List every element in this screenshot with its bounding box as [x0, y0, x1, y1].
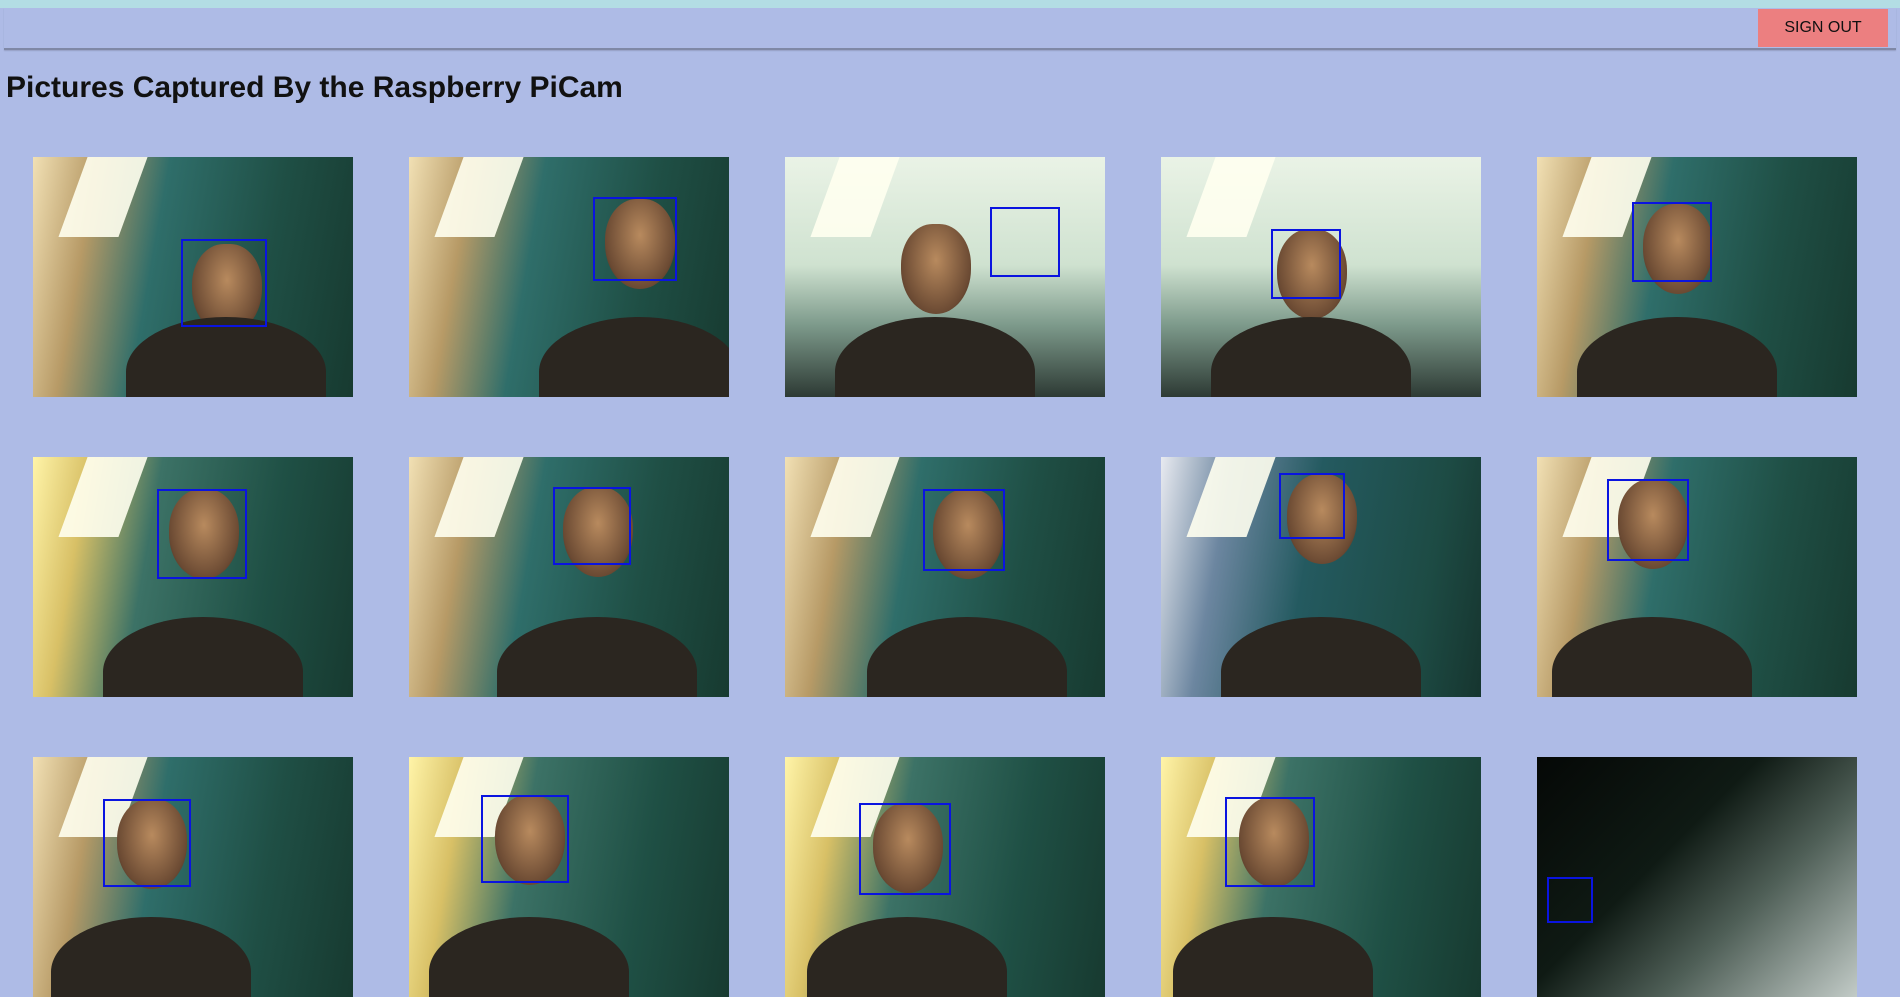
- camera-photo-3: [785, 157, 1105, 397]
- face-detection-box: [1225, 797, 1315, 887]
- camera-photo-6: [33, 457, 353, 697]
- camera-photo-14: [1161, 757, 1481, 997]
- face-detection-box: [1607, 479, 1689, 561]
- face-detection-box: [103, 799, 191, 887]
- camera-photo-1: [33, 157, 353, 397]
- camera-photo-13: [785, 757, 1105, 997]
- face-detection-box: [990, 207, 1060, 277]
- camera-photo-12: [409, 757, 729, 997]
- face-detection-box: [593, 197, 677, 281]
- camera-photo-8: [785, 457, 1105, 697]
- top-bar: SIGN OUT: [4, 8, 1896, 50]
- page-title: Pictures Captured By the Raspberry PiCam: [6, 71, 623, 104]
- camera-photo-15: [1537, 757, 1857, 997]
- camera-photo-10: [1537, 457, 1857, 697]
- face-detection-box: [1271, 229, 1341, 299]
- face-detection-box: [1547, 877, 1593, 923]
- face-detection-box: [923, 489, 1005, 571]
- camera-photo-11: [33, 757, 353, 997]
- camera-photo-4: [1161, 157, 1481, 397]
- face-detection-box: [181, 239, 267, 327]
- camera-photo-2: [409, 157, 729, 397]
- face-detection-box: [1279, 473, 1345, 539]
- camera-photo-5: [1537, 157, 1857, 397]
- person-face: [901, 224, 971, 314]
- face-detection-box: [481, 795, 569, 883]
- photo-gallery: [33, 157, 1857, 997]
- face-detection-box: [553, 487, 631, 565]
- face-detection-box: [157, 489, 247, 579]
- face-detection-box: [1632, 202, 1712, 282]
- camera-photo-7: [409, 457, 729, 697]
- face-detection-box: [859, 803, 951, 895]
- sign-out-button[interactable]: SIGN OUT: [1758, 9, 1888, 47]
- camera-photo-9: [1161, 457, 1481, 697]
